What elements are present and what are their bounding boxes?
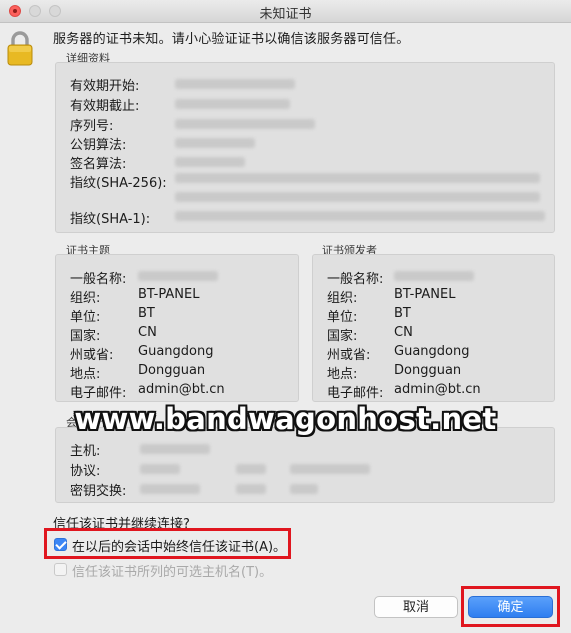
issuer-province-value: Guangdong — [394, 344, 470, 359]
window-title: 未知证书 — [259, 7, 312, 22]
redacted-valid-until — [175, 99, 290, 109]
redacted-public-key — [175, 138, 255, 148]
lock-icon — [7, 31, 33, 66]
valid-until-label: 有效期截止: — [70, 99, 140, 114]
issuer-unit-label: 单位: — [327, 310, 358, 325]
cancel-button[interactable]: 取消 — [374, 596, 458, 618]
subject-common-name-label: 一般名称: — [70, 272, 127, 287]
serial-number-label: 序列号: — [70, 119, 114, 134]
redacted-sha1 — [175, 211, 545, 221]
issuer-locality-label: 地点: — [327, 367, 358, 382]
redacted-cipher-label — [236, 464, 266, 474]
issuer-country-value: CN — [394, 325, 413, 340]
ok-button[interactable]: 确定 — [468, 596, 553, 618]
always-trust-label[interactable]: 在以后的会话中始终信任该证书(A)。 — [72, 536, 286, 555]
issuer-common-name-label: 一般名称: — [327, 272, 384, 287]
valid-from-label: 有效期开始: — [70, 79, 140, 94]
watermark: www.bandwagonhost.net — [74, 402, 497, 436]
signature-algorithm-label: 签名算法: — [70, 157, 127, 172]
session-protocol-label: 协议: — [70, 464, 101, 479]
redacted-key-exchange — [140, 484, 200, 494]
trust-alt-names-label[interactable]: 信任该证书所列的可选主机名(T)。 — [72, 561, 272, 580]
redacted-valid-from — [175, 79, 295, 89]
issuer-unit-value: BT — [394, 306, 411, 321]
always-trust-checkbox[interactable] — [54, 538, 67, 551]
redacted-signature — [175, 157, 245, 167]
redacted-issuer-common-name — [394, 271, 474, 281]
title-bar: 未知证书 — [0, 0, 571, 23]
session-host-label: 主机: — [70, 444, 101, 459]
subject-locality-label: 地点: — [70, 367, 101, 382]
session-key-exchange-label: 密钥交换: — [70, 484, 127, 499]
redacted-mac — [290, 484, 318, 494]
subject-organization-value: BT-PANEL — [138, 287, 200, 302]
warning-headline: 服务器的证书未知。请小心验证证书以确信该服务器可信任。 — [53, 32, 410, 47]
redacted-subject-common-name — [138, 271, 218, 281]
subject-email-label: 电子邮件: — [70, 386, 127, 401]
redacted-serial-number — [175, 119, 315, 129]
issuer-country-label: 国家: — [327, 329, 358, 344]
public-key-algorithm-label: 公钥算法: — [70, 138, 127, 153]
sha1-fingerprint-label: 指纹(SHA-1): — [70, 212, 151, 227]
subject-province-label: 州或省: — [70, 348, 114, 363]
redacted-sha256-line2 — [175, 192, 540, 202]
subject-unit-value: BT — [138, 306, 155, 321]
subject-email-value: admin@bt.cn — [138, 382, 225, 397]
redacted-mac-label — [236, 484, 266, 494]
issuer-organization-value: BT-PANEL — [394, 287, 456, 302]
subject-province-value: Guangdong — [138, 344, 214, 359]
issuer-email-value: admin@bt.cn — [394, 382, 481, 397]
subject-organization-label: 组织: — [70, 291, 101, 306]
sha256-fingerprint-label: 指纹(SHA-256): — [70, 176, 167, 191]
issuer-organization-label: 组织: — [327, 291, 358, 306]
issuer-locality-value: Dongguan — [394, 363, 462, 378]
subject-country-label: 国家: — [70, 329, 101, 344]
trust-alt-names-checkbox[interactable] — [54, 563, 67, 576]
subject-unit-label: 单位: — [70, 310, 101, 325]
subject-locality-value: Dongguan — [138, 363, 206, 378]
redacted-protocol — [140, 464, 180, 474]
redacted-host — [140, 444, 210, 454]
subject-country-value: CN — [138, 325, 157, 340]
redacted-cipher — [290, 464, 370, 474]
issuer-email-label: 电子邮件: — [327, 386, 384, 401]
issuer-province-label: 州或省: — [327, 348, 371, 363]
redacted-sha256-line1 — [175, 173, 540, 183]
